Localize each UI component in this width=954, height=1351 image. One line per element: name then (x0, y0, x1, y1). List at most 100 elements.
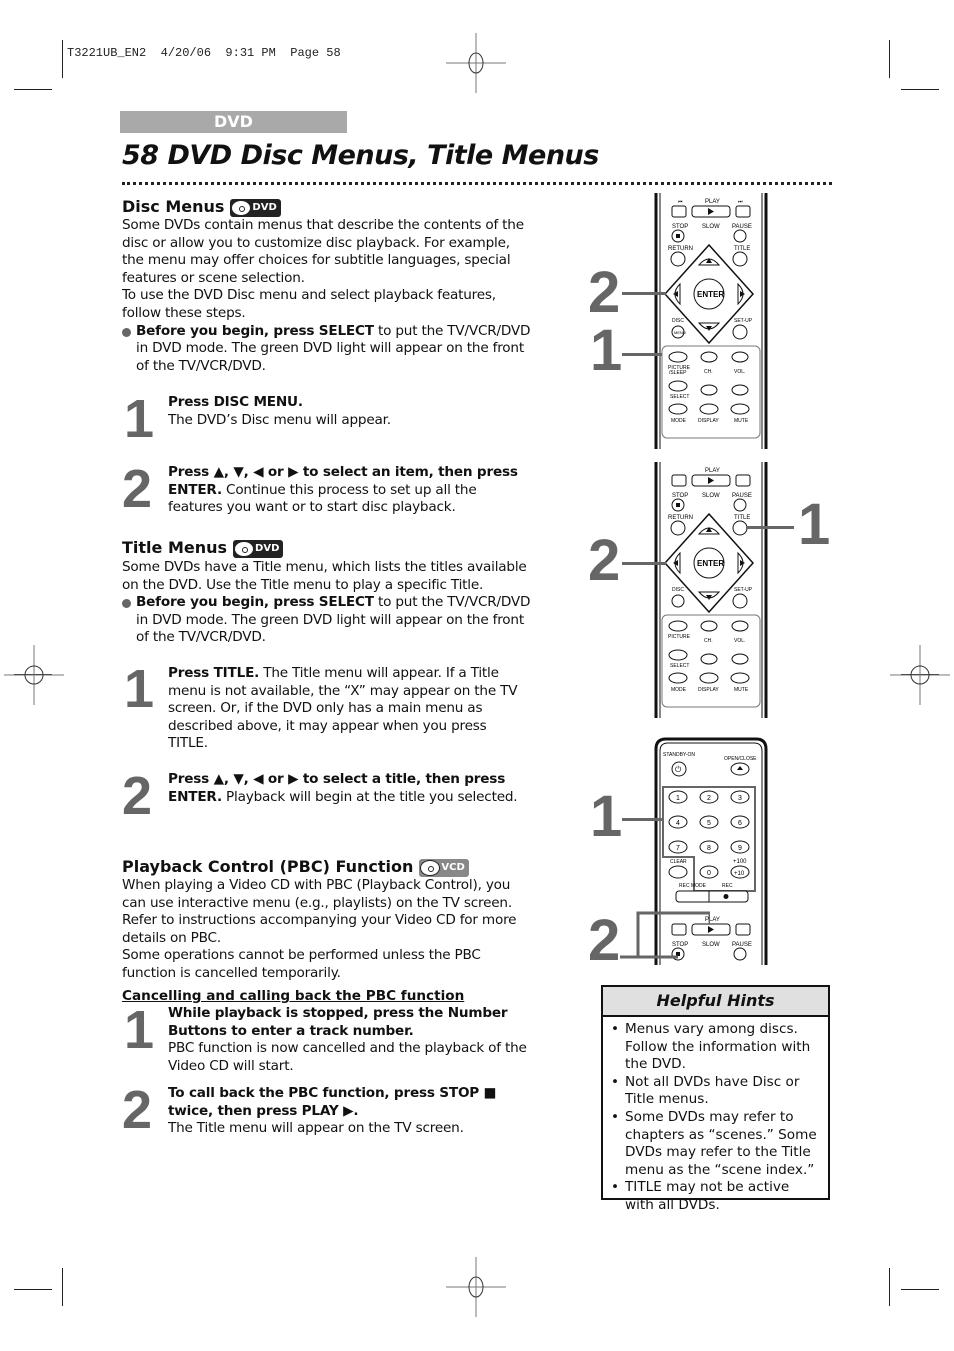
digit-label: 9 (738, 845, 742, 852)
badge-label: VCD (441, 861, 465, 873)
digit-label: 6 (738, 820, 742, 827)
setup-button[interactable] (732, 324, 748, 340)
crop-mark (14, 89, 52, 90)
callout-number: 2 (588, 908, 621, 973)
callout-leader-line (622, 353, 662, 356)
step-number: 1 (124, 389, 155, 449)
disc-menus-heading-text: Disc Menus (122, 197, 225, 216)
mode-button[interactable] (668, 672, 688, 684)
note-bold: Before you begin, press SELECT (136, 594, 374, 611)
title-button[interactable] (732, 251, 748, 267)
callout-number: 1 (798, 492, 831, 557)
section-tab: DVD (120, 111, 347, 133)
crop-mark (889, 40, 890, 78)
channel-up-button[interactable] (700, 620, 718, 632)
bullet-icon (122, 327, 131, 337)
menu-label: MENU (674, 330, 686, 335)
setup-button[interactable] (732, 593, 748, 609)
title-divider (122, 182, 832, 185)
callout-number: 1 (590, 784, 623, 849)
mute-button[interactable] (730, 672, 750, 684)
volume-label: VOL. (734, 638, 745, 644)
hint-item: Menus vary among discs. Follow the infor… (609, 1021, 822, 1074)
slow-label: SLOW (702, 224, 720, 230)
step-number: 2 (122, 1080, 153, 1140)
picture-sleep-button[interactable] (668, 620, 688, 632)
step-number: 1 (124, 659, 155, 719)
hint-item: Some DVDs may refer to chapters as “scen… (609, 1109, 822, 1179)
enter-label: ENTER (697, 559, 724, 568)
rec-mode-label: REC MODE (679, 883, 707, 889)
mute-button[interactable] (730, 403, 750, 415)
note-bold: Before you begin, press SELECT (136, 322, 374, 339)
return-button[interactable] (670, 251, 686, 267)
disc-label: DISC (672, 587, 684, 593)
callout-number: 2 (588, 260, 621, 325)
pause-button[interactable] (733, 229, 747, 243)
display-button[interactable] (699, 403, 719, 415)
return-label: RETURN (668, 515, 693, 521)
callout-leader-line (622, 562, 666, 565)
stop-label: STOP (672, 493, 688, 499)
stop-icon (676, 234, 680, 238)
digit-label: 7 (676, 845, 680, 852)
volume-up-button[interactable] (731, 351, 749, 363)
pause-button[interactable] (733, 498, 747, 512)
intro-paragraph: Some DVDs contain menus that describe th… (122, 217, 524, 286)
rewind-button[interactable] (671, 474, 687, 487)
step-number: 1 (124, 1000, 155, 1060)
digit-label: 2 (707, 795, 711, 802)
display-label: DISPLAY (698, 687, 719, 693)
channel-up-button[interactable] (700, 351, 718, 363)
fast-forward-button[interactable] (735, 474, 751, 487)
enter-label: ENTER (697, 290, 724, 299)
mute-label: MUTE (734, 418, 749, 424)
before-you-begin-note: Before you begin, press SELECT to put th… (122, 594, 532, 647)
step-text: To call back the PBC function, press STO… (168, 1085, 528, 1138)
standby-label: STANDBY-ON (663, 752, 695, 758)
dvd-badge-icon: DVD (233, 539, 284, 558)
pause-label: PAUSE (732, 224, 752, 230)
channel-down-button[interactable] (700, 653, 718, 665)
volume-up-button[interactable] (731, 620, 749, 632)
callout-number: 1 (590, 318, 623, 383)
select-button[interactable] (668, 649, 688, 661)
registration-mark-icon (446, 1257, 506, 1317)
display-button[interactable] (699, 672, 719, 684)
helpful-hints-title: Helpful Hints (603, 987, 828, 1017)
callout-leader-line (746, 526, 794, 529)
title-menus-heading: Title Menus DVD (122, 538, 284, 558)
select-button[interactable] (668, 380, 688, 392)
rec-label: REC (722, 883, 733, 889)
mode-button[interactable] (668, 403, 688, 415)
rec-mode-button[interactable] (676, 891, 709, 902)
crop-mark (62, 1268, 63, 1306)
volume-down-button[interactable] (731, 653, 749, 665)
callout-leader-line (622, 818, 664, 821)
title-menus-heading-text: Title Menus (122, 538, 228, 557)
volume-down-button[interactable] (731, 384, 749, 396)
pause-label: PAUSE (732, 942, 752, 948)
helpful-hints-box: Helpful Hints Menus vary among discs. Fo… (601, 985, 830, 1213)
play-label: PLAY (705, 468, 720, 474)
badge-label: DVD (252, 201, 277, 213)
rewind-button[interactable] (671, 205, 687, 218)
display-label: DISPLAY (698, 418, 719, 424)
step-result: Playback will begin at the title you sel… (221, 788, 518, 805)
fast-forward-button[interactable] (735, 923, 751, 936)
crop-mark (901, 1289, 939, 1290)
disc-menu-button[interactable] (671, 594, 685, 608)
clear-button[interactable] (668, 865, 688, 879)
return-button[interactable] (670, 520, 686, 536)
page-title: 58 DVD Disc Menus, Title Menus (122, 140, 599, 171)
channel-down-button[interactable] (700, 384, 718, 396)
pause-button[interactable] (733, 947, 747, 961)
fast-forward-button[interactable] (735, 205, 751, 218)
sleep-label: /SLEEP (669, 370, 687, 376)
select-label: SELECT (670, 394, 689, 400)
title-button[interactable] (732, 520, 748, 536)
picture-label: PICTURE (668, 634, 691, 640)
picture-sleep-button[interactable] (668, 351, 688, 363)
hint-item: Not all DVDs have Disc or Title menus. (609, 1074, 822, 1109)
crop-mark (889, 1268, 890, 1306)
